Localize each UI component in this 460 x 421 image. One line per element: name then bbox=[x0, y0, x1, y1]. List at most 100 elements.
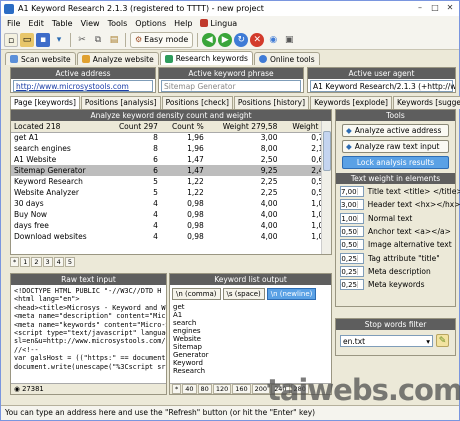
tab-keywords-suggest[interactable]: Keywords [suggest] bbox=[392, 96, 460, 109]
stop-icon[interactable]: ✕ bbox=[250, 32, 265, 47]
analyze-raw-text-button[interactable]: ◆ Analyze raw text input bbox=[342, 140, 449, 153]
analyze-active-address-button[interactable]: ◆ Analyze active address bbox=[342, 124, 449, 137]
online-icon bbox=[258, 55, 267, 63]
open-folder-icon[interactable]: ▭ bbox=[20, 32, 34, 47]
table-row[interactable]: A1 Website 6 1,47 2,50 0,66 bbox=[11, 154, 331, 165]
tab-analyze-website[interactable]: Analyze website bbox=[76, 52, 159, 65]
easy-mode-button[interactable]: ⚙ Easy mode bbox=[130, 31, 194, 48]
scrollbar-thumb[interactable] bbox=[323, 131, 331, 171]
menu-options[interactable]: Options bbox=[131, 19, 170, 28]
tab-research-keywords[interactable]: Research keywords bbox=[159, 51, 253, 65]
tab-page-keywords[interactable]: Page [keywords] bbox=[10, 96, 80, 109]
page-tab[interactable]: 160 bbox=[232, 384, 251, 394]
page-tab[interactable]: 80 bbox=[197, 384, 212, 394]
column-header-located[interactable]: Located 218 bbox=[11, 121, 107, 133]
list-item: A1 bbox=[173, 311, 183, 319]
page-tab[interactable]: 5 bbox=[64, 257, 75, 267]
minimize-button[interactable]: – bbox=[413, 2, 427, 14]
page-tab[interactable]: 4 bbox=[53, 257, 64, 267]
user-agent-select[interactable]: A1 Keyword Research/2.1.3 (+http://www.m… bbox=[310, 80, 455, 92]
table-cell: 8,00 bbox=[260, 144, 278, 153]
weight-spinner[interactable]: 1,00 bbox=[340, 212, 364, 224]
list-item: search bbox=[173, 319, 197, 327]
back-icon[interactable]: ◀ bbox=[202, 32, 217, 47]
separator-comma-button[interactable]: \n (comma) bbox=[172, 288, 221, 300]
weight-spinner[interactable]: 0,25 bbox=[340, 252, 364, 264]
weight-row: 7,00 Title text <title> </title> bbox=[336, 185, 460, 198]
table-row[interactable]: 30 days 4 0,98 4,00 1,06 bbox=[11, 198, 331, 209]
app-window: A1 Keyword Research 2.1.3 (registered to… bbox=[0, 0, 460, 421]
chevron-down-icon: ▾ bbox=[426, 336, 430, 346]
table-cell: 9,25 bbox=[206, 165, 281, 176]
menu-file[interactable]: File bbox=[3, 19, 24, 28]
address-input[interactable]: http://www.microsystools.com bbox=[13, 80, 153, 92]
keyword-list-output[interactable]: get A1 search engines Website Sitemap Generato… bbox=[170, 303, 331, 375]
page-tab[interactable]: 1 bbox=[20, 257, 31, 267]
maximize-button[interactable]: □ bbox=[428, 2, 442, 14]
table-row[interactable]: Download websites 4 0,98 4,00 1,06 bbox=[11, 231, 331, 242]
separator-space-button[interactable]: \s (space) bbox=[222, 288, 265, 300]
weight-label: Meta keywords bbox=[368, 280, 425, 290]
menu-help[interactable]: Help bbox=[170, 19, 196, 28]
column-header-count[interactable]: Count 297 bbox=[106, 121, 161, 133]
raw-text-line: <meta name="description" content="Micro bbox=[14, 312, 167, 321]
table-cell: search engines bbox=[14, 144, 71, 153]
weight-spinner[interactable]: 0,25 bbox=[340, 279, 364, 291]
menu-view[interactable]: View bbox=[77, 19, 104, 28]
raw-text-input[interactable]: <!DOCTYPE HTML PUBLIC "-//W3C//DTD H <htm… bbox=[11, 285, 166, 373]
menu-edit[interactable]: Edit bbox=[24, 19, 48, 28]
refresh-icon[interactable]: ↻ bbox=[234, 32, 249, 47]
stop-words-select[interactable]: en.txt ▾ bbox=[340, 334, 433, 347]
page-tab[interactable]: 120 bbox=[212, 384, 232, 394]
paste-icon[interactable]: ▤ bbox=[107, 33, 121, 47]
table-row[interactable]: days free 4 0,98 4,00 1,06 bbox=[11, 220, 331, 231]
save-icon[interactable]: ▪ bbox=[36, 32, 50, 47]
page-tab[interactable]: 2 bbox=[31, 257, 42, 267]
forward-icon[interactable]: ▶ bbox=[218, 32, 233, 47]
table-row[interactable]: Sitemap Generator 6 1,47 9,25 2,44 bbox=[11, 165, 331, 176]
list-item: Website bbox=[173, 335, 201, 343]
page-tab-all[interactable]: * bbox=[10, 257, 20, 267]
tab-positions-check[interactable]: Positions [check] bbox=[161, 96, 233, 109]
tab-positions-analysis[interactable]: Positions [analysis] bbox=[80, 96, 161, 109]
weight-spinner[interactable]: 0,50 bbox=[340, 226, 364, 238]
tab-scan-website[interactable]: Scan website bbox=[5, 52, 76, 65]
menu-lingua[interactable]: Lingua bbox=[196, 19, 241, 28]
tab-positions-history[interactable]: Positions [history] bbox=[233, 96, 310, 109]
new-project-icon[interactable]: ▫ bbox=[4, 32, 18, 47]
page-tab[interactable]: 3 bbox=[42, 257, 53, 267]
separator-newline-button[interactable]: \n (newline) bbox=[266, 288, 317, 300]
tab-keywords-explode[interactable]: Keywords [explode] bbox=[310, 96, 392, 109]
table-row[interactable]: Buy Now 4 0,98 4,00 1,06 bbox=[11, 209, 331, 220]
toolbar: ▫ ▭ ▪ ▾ ✂ ⧉ ▤ ⚙ Easy mode ◀ ▶ ↻ ✕ ◉ ▣ bbox=[1, 30, 459, 50]
view-toggle-icon[interactable]: ▣ bbox=[282, 33, 296, 47]
page-tab[interactable]: 40 bbox=[182, 384, 197, 394]
page-tab[interactable]: * bbox=[172, 384, 182, 394]
weight-spinner[interactable]: 0,25 bbox=[340, 265, 364, 277]
tab-online-tools[interactable]: Online tools bbox=[253, 52, 320, 65]
table-scrollbar[interactable] bbox=[321, 121, 331, 254]
table-row[interactable]: get A1 8 1,96 3,00 0,79 bbox=[11, 132, 331, 143]
column-header-weight[interactable]: Weight 279,58 bbox=[206, 121, 281, 133]
copy-icon[interactable]: ⧉ bbox=[91, 33, 105, 47]
table-row[interactable]: search engines 8 1,96 8,00 2,11 bbox=[11, 143, 331, 154]
weight-spinner[interactable]: 0,50 bbox=[340, 239, 364, 251]
raw-text-status: ◉ 27381 bbox=[11, 383, 166, 394]
save-as-icon[interactable]: ▾ bbox=[52, 33, 66, 47]
table-cell: 1,47 bbox=[160, 165, 207, 176]
weight-spinner[interactable]: 3,00 bbox=[340, 199, 364, 211]
keyword-phrase-input[interactable]: Sitemap Generator bbox=[161, 80, 301, 92]
tools-panel: Tools ◆ Analyze active address ◆ Analyze… bbox=[335, 109, 460, 307]
table-row[interactable]: Keyword Research 5 1,22 2,25 0,59 bbox=[11, 176, 331, 187]
table-row[interactable]: Website Analyzer 5 1,22 2,25 0,59 bbox=[11, 187, 331, 198]
menu-tools[interactable]: Tools bbox=[104, 19, 132, 28]
close-button[interactable]: ✕ bbox=[443, 2, 457, 14]
table-cell: 4,00 bbox=[260, 210, 278, 219]
cut-icon[interactable]: ✂ bbox=[75, 33, 89, 47]
edit-list-icon[interactable]: ✎ bbox=[436, 334, 449, 347]
menu-table[interactable]: Table bbox=[48, 19, 77, 28]
lock-analysis-button[interactable]: Lock analysis results bbox=[342, 156, 449, 169]
column-header-count-pct[interactable]: Count % bbox=[160, 121, 207, 133]
globe-icon[interactable]: ◉ bbox=[266, 33, 280, 47]
weight-spinner[interactable]: 7,00 bbox=[340, 186, 364, 198]
